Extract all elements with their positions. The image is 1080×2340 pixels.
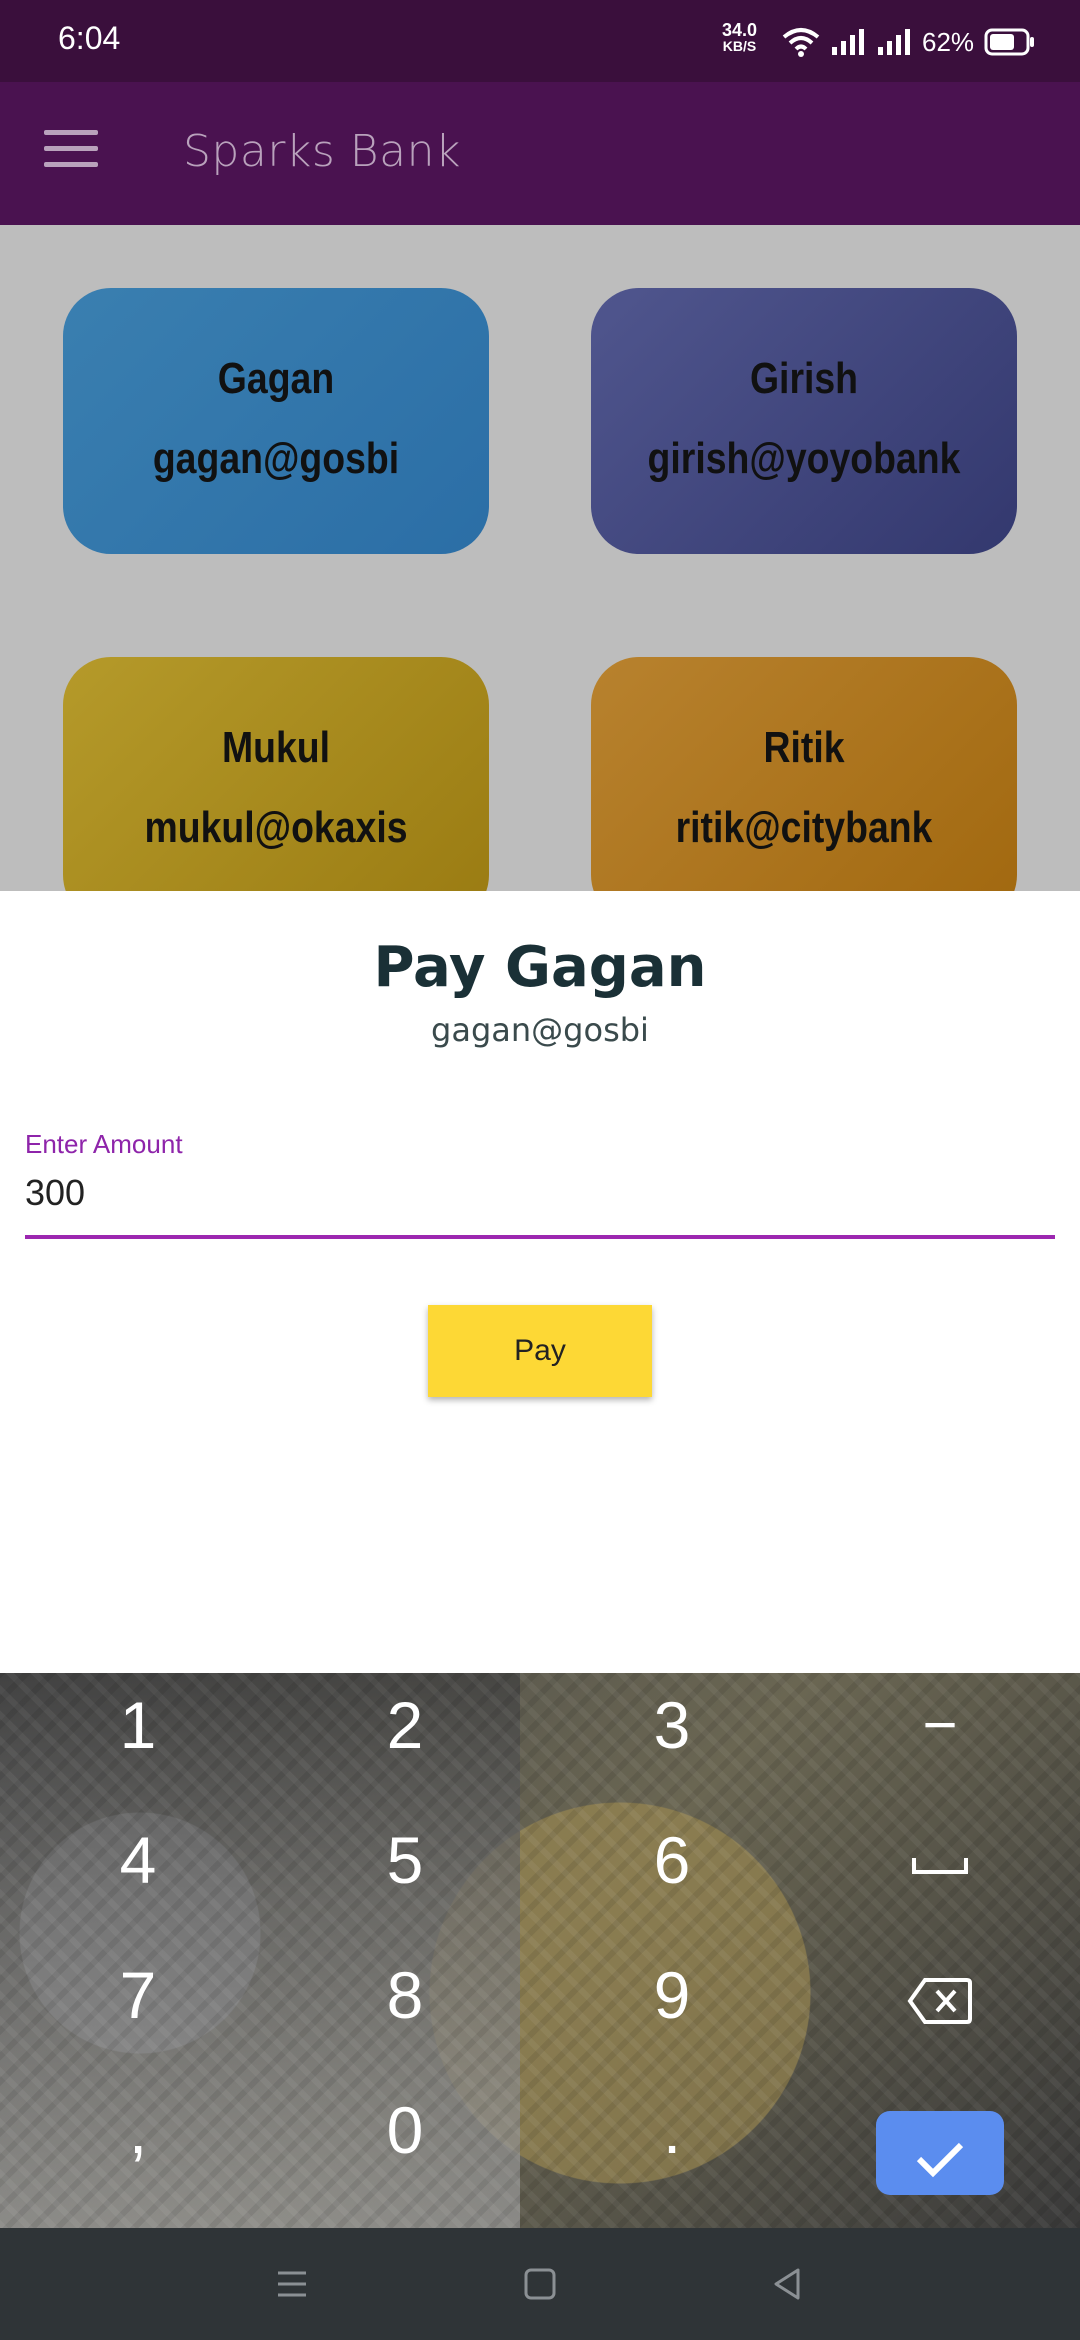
wifi-icon (782, 28, 820, 57)
contact-name: Ritik (763, 723, 845, 772)
system-nav-bar (0, 2228, 1080, 2340)
network-speed-value: 34.0 (722, 20, 758, 40)
hamburger-menu-icon[interactable] (44, 130, 98, 174)
pay-title: Pay Gagan (373, 935, 707, 1000)
signal-icon-1 (832, 29, 864, 55)
key-comma[interactable]: , (68, 2080, 208, 2180)
contact-upi: gagan@gosbi (152, 434, 400, 483)
contact-upi: mukul@okaxis (144, 803, 408, 852)
contact-card-gagan[interactable]: Gagan gagan@gosbi (63, 288, 489, 554)
pay-recipient-upi: gagan@gosbi (431, 1011, 649, 1049)
battery-icon (984, 28, 1035, 56)
space-icon (912, 1857, 968, 1874)
key-6[interactable]: 6 (602, 1810, 742, 1910)
contact-upi: ritik@citybank (675, 803, 933, 852)
contact-card-girish[interactable]: Girish girish@yoyobank (591, 288, 1017, 554)
contact-name: Girish (749, 354, 859, 403)
check-icon (916, 2142, 964, 2177)
contact-grid: Gagan gagan@gosbi Girish girish@yoyobank… (0, 225, 1080, 891)
battery-percent: 62% (922, 26, 975, 57)
amount-label: Enter Amount (25, 1129, 183, 1159)
key-space[interactable] (870, 1810, 1010, 1910)
pay-bottom-sheet: Pay Gagan gagan@gosbi Enter Amount Pay (0, 891, 1080, 1673)
contact-card-mukul[interactable]: Mukul mukul@okaxis (63, 657, 489, 891)
home-icon[interactable] (516, 2260, 564, 2308)
key-1[interactable]: 1 (68, 1675, 208, 1775)
network-speed-unit: KB/S (722, 38, 757, 54)
key-enter[interactable] (876, 2111, 1004, 2195)
key-backspace[interactable] (870, 1945, 1010, 2045)
app-bar: Sparks Bank (0, 82, 1080, 225)
status-time: 6:04 (58, 20, 121, 56)
key-period[interactable]: . (602, 2080, 742, 2180)
key-9[interactable]: 9 (602, 1945, 742, 2045)
menu-icon[interactable] (268, 2260, 316, 2308)
key-5[interactable]: 5 (335, 1810, 475, 1910)
amount-input[interactable] (25, 1161, 1055, 1225)
contact-name: Mukul (221, 723, 331, 772)
back-icon[interactable] (764, 2260, 812, 2308)
key-0[interactable]: 0 (335, 2080, 475, 2180)
contact-name: Gagan (217, 354, 335, 403)
backspace-icon (907, 1977, 972, 2024)
contact-upi: girish@yoyobank (647, 434, 961, 483)
network-speed: 34.0 KB/S (722, 20, 758, 54)
amount-underline (25, 1235, 1055, 1239)
status-bar: 6:04 34.0 KB/S 62% (0, 0, 1080, 82)
key-4[interactable]: 4 (68, 1810, 208, 1910)
key-3[interactable]: 3 (602, 1675, 742, 1775)
status-icons: 62% (782, 22, 1036, 62)
numeric-keyboard: 1 2 3 − 4 5 6 7 8 9 , 0 . (0, 1673, 1080, 2228)
key-minus[interactable]: − (870, 1675, 1010, 1775)
key-2[interactable]: 2 (335, 1675, 475, 1775)
signal-icon-2 (878, 29, 910, 55)
contact-card-ritik[interactable]: Ritik ritik@citybank (591, 657, 1017, 891)
app-title: Sparks Bank (183, 126, 461, 177)
key-7[interactable]: 7 (68, 1945, 208, 2045)
pay-button[interactable]: Pay (428, 1305, 652, 1397)
key-8[interactable]: 8 (335, 1945, 475, 2045)
